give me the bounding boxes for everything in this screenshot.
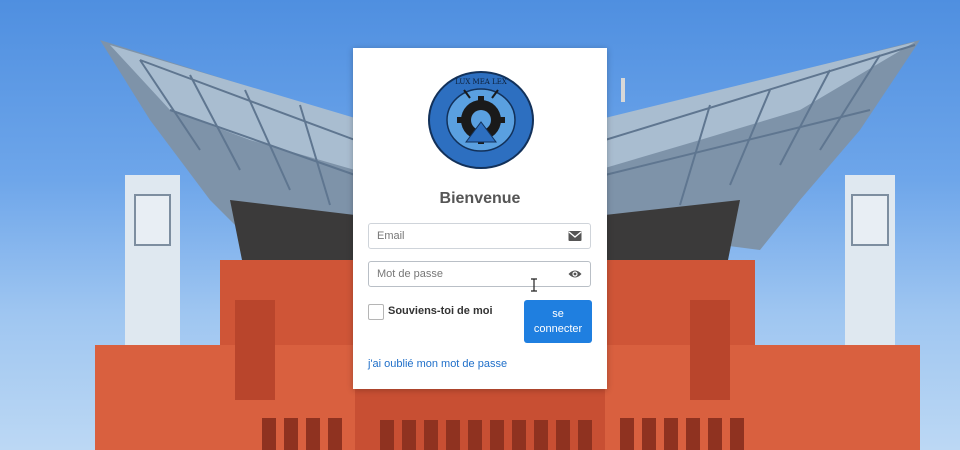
- remember-checkbox[interactable]: [368, 304, 384, 320]
- login-button[interactable]: se connecter: [524, 300, 592, 343]
- password-field[interactable]: [368, 261, 591, 287]
- remember-label: Souviens-toi de moi: [388, 305, 493, 317]
- university-logo: LUX MEA LEX: [428, 71, 534, 169]
- email-field[interactable]: [368, 223, 591, 249]
- forgot-password-link[interactable]: j'ai oublié mon mot de passe: [368, 358, 507, 370]
- text-cursor-icon: [531, 278, 537, 292]
- login-card: LUX MEA LEX Bienvenue Souviens-toi de mo…: [353, 48, 607, 389]
- envelope-icon: [568, 231, 582, 241]
- svg-text:LUX MEA LEX: LUX MEA LEX: [455, 78, 507, 86]
- eye-icon[interactable]: [568, 268, 582, 280]
- page-title: Bienvenue: [439, 190, 521, 207]
- email-input[interactable]: [377, 224, 562, 248]
